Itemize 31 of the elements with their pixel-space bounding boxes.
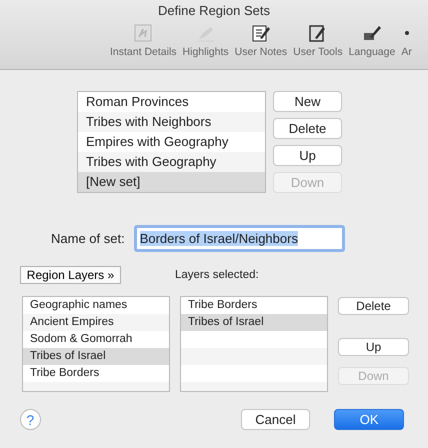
list-item[interactable]: Tribes of Israel [23, 348, 169, 365]
details-icon [132, 23, 154, 43]
list-item[interactable]: Tribes with Geography [78, 152, 265, 172]
list-item[interactable]: Tribe Borders [23, 365, 169, 382]
list-item[interactable]: Tribes with Neighbors [78, 112, 265, 132]
list-item[interactable]: Sodom & Gomorrah [23, 331, 169, 348]
ok-button[interactable]: OK [334, 409, 404, 430]
layer-button[interactable]: Delete [338, 297, 409, 315]
help-button[interactable]: ? [20, 409, 41, 430]
set-button[interactable]: New [273, 91, 342, 112]
toolbar-button[interactable]: Ar [401, 23, 412, 58]
list-item[interactable]: Geographic names [23, 297, 169, 314]
list-item[interactable]: Roman Provinces [78, 92, 265, 112]
list-item[interactable]: Ancient Empires [23, 314, 169, 331]
notes-icon [250, 23, 272, 43]
toolbar-button[interactable]: User Tools [293, 23, 343, 58]
layers-selected-label: Layers selected: [175, 269, 259, 281]
window-title: Define Region Sets [158, 3, 270, 18]
set-button[interactable]: Up [273, 145, 342, 166]
cancel-button[interactable]: Cancel [240, 409, 310, 430]
set-button[interactable]: Delete [273, 118, 342, 139]
region-layers-button[interactable]: Region Layers » [20, 266, 121, 284]
toolbar-button[interactable]: User Notes [234, 23, 288, 58]
list-item[interactable]: Empires with Geography [78, 132, 265, 152]
name-label: Name of set: [51, 231, 125, 246]
toolbar-button[interactable]: Language [348, 23, 396, 58]
list-item[interactable]: Tribes of Israel [181, 314, 327, 331]
list-item[interactable]: [New set] [78, 172, 265, 192]
layer-button[interactable]: Up [338, 338, 409, 356]
list-item[interactable]: Tribe Borders [181, 297, 327, 314]
name-field[interactable]: Borders of Israel/Neighbors [134, 225, 345, 252]
